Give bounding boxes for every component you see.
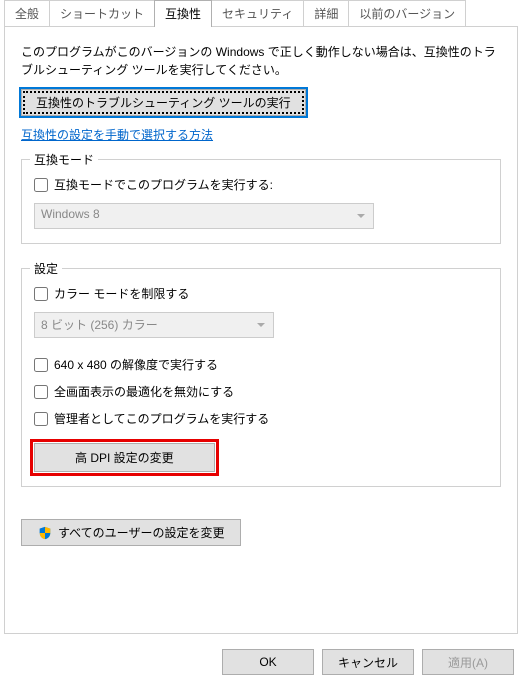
fullscreen-opt-row[interactable]: 全画面表示の最適化を無効にする	[34, 383, 488, 400]
color-mode-combo-value: 8 ビット (256) カラー	[41, 318, 158, 332]
settings-title: 設定	[30, 260, 62, 277]
dialog-footer: OK キャンセル 適用(A)	[222, 649, 514, 675]
tab-compat[interactable]: 互換性	[154, 0, 212, 27]
res640-row[interactable]: 640 x 480 の解像度で実行する	[34, 356, 488, 373]
run-admin-label: 管理者としてこのプログラムを実行する	[54, 410, 269, 427]
tab-strip: 全般 ショートカット 互換性 セキュリティ 詳細 以前のバージョン	[0, 0, 522, 26]
compat-mode-combo-value: Windows 8	[41, 207, 100, 221]
apply-button[interactable]: 適用(A)	[422, 649, 514, 675]
tab-security[interactable]: セキュリティ	[211, 0, 304, 26]
res640-checkbox[interactable]	[34, 358, 48, 372]
compat-mode-combo[interactable]: Windows 8	[34, 203, 374, 229]
fullscreen-opt-label: 全画面表示の最適化を無効にする	[54, 383, 234, 400]
tab-details[interactable]: 詳細	[303, 0, 349, 26]
settings-group: 設定 カラー モードを制限する 8 ビット (256) カラー 640 x 48…	[21, 268, 501, 487]
fullscreen-opt-checkbox[interactable]	[34, 385, 48, 399]
color-limit-row[interactable]: カラー モードを制限する	[34, 285, 488, 302]
tab-shortcut[interactable]: ショートカット	[49, 0, 155, 26]
compat-mode-title: 互換モード	[30, 151, 98, 168]
run-troubleshooter-button[interactable]: 互換性のトラブルシューティング ツールの実行	[21, 89, 306, 116]
tab-previous-versions[interactable]: 以前のバージョン	[348, 0, 466, 26]
all-users-settings-button[interactable]: すべてのユーザーの設定を変更	[21, 519, 241, 546]
cancel-button[interactable]: キャンセル	[322, 649, 414, 675]
shield-icon	[38, 526, 52, 540]
color-limit-label: カラー モードを制限する	[54, 285, 189, 302]
color-mode-combo[interactable]: 8 ビット (256) カラー	[34, 312, 274, 338]
compat-description: このプログラムがこのバージョンの Windows で正しく動作しない場合は、互換…	[21, 43, 501, 79]
run-admin-checkbox[interactable]	[34, 412, 48, 426]
ok-button[interactable]: OK	[222, 649, 314, 675]
manual-select-link[interactable]: 互換性の設定を手動で選択する方法	[21, 126, 213, 143]
res640-label: 640 x 480 の解像度で実行する	[54, 356, 218, 373]
all-users-settings-label: すべてのユーザーの設定を変更	[58, 524, 224, 541]
compat-mode-checkbox-label: 互換モードでこのプログラムを実行する:	[54, 176, 273, 193]
color-limit-checkbox[interactable]	[34, 287, 48, 301]
high-dpi-settings-button[interactable]: 高 DPI 設定の変更	[34, 443, 215, 472]
compat-mode-checkbox[interactable]	[34, 178, 48, 192]
run-admin-row[interactable]: 管理者としてこのプログラムを実行する	[34, 410, 488, 427]
compat-panel: このプログラムがこのバージョンの Windows で正しく動作しない場合は、互換…	[4, 26, 518, 634]
compat-mode-group: 互換モード 互換モードでこのプログラムを実行する: Windows 8	[21, 159, 501, 244]
compat-mode-checkbox-row[interactable]: 互換モードでこのプログラムを実行する:	[34, 176, 488, 193]
tab-general[interactable]: 全般	[4, 0, 50, 26]
